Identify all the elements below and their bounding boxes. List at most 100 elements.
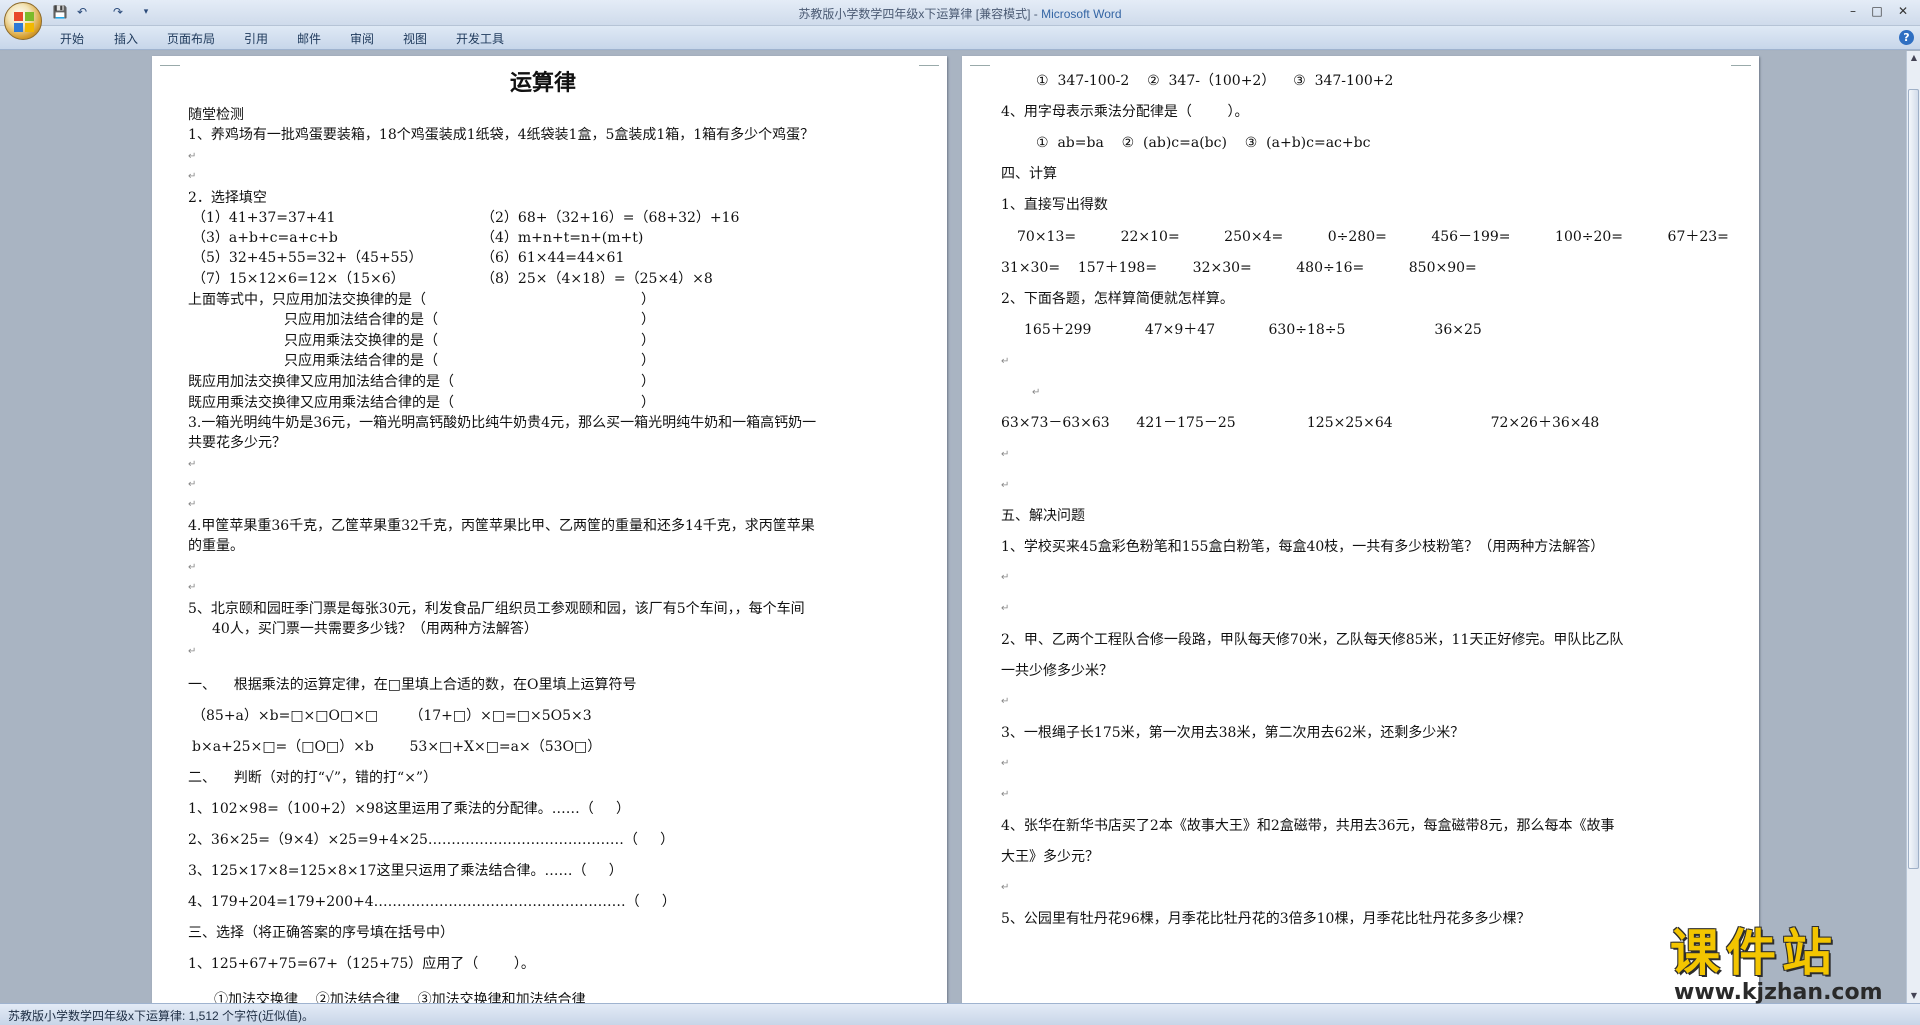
doc-line: 2、36×25=（9×4）×25=9+4×25……………………………………（ ） <box>188 832 675 848</box>
paragraph-mark: ↵ <box>188 499 197 510</box>
paragraph-mark: ↵ <box>188 151 197 162</box>
doc-line: 2、下面各题，怎样算简便就怎样算。 <box>1001 291 1234 307</box>
doc-line: 二、 判断（对的打“√”，错的打“×”） <box>188 770 438 786</box>
close-paren: ） <box>641 353 655 369</box>
doc-line: （85+a）×b=□×□O□×□ （17+□）×□=□×5O5×3 <box>192 708 592 724</box>
paragraph-mark: ↵ <box>188 562 197 573</box>
document-page-left[interactable]: 运算律 随堂检测 1、养鸡场有一批鸡蛋要装箱，18个鸡蛋装成1纸袋，4纸袋装1盒… <box>152 56 947 1003</box>
paragraph-mark: ↵ <box>188 479 197 490</box>
close-paren: ） <box>641 395 655 411</box>
paragraph-mark: ↵ <box>1001 882 1010 893</box>
minimize-icon[interactable]: – <box>1842 2 1864 20</box>
doc-line: 1、125+67+75=67+（125+75）应用了（ ）。 <box>188 956 535 972</box>
paragraph-mark: ↵ <box>1001 572 1010 583</box>
tab-page-layout[interactable]: 页面布局 <box>167 30 215 47</box>
scroll-thumb[interactable] <box>1908 89 1919 869</box>
doc-line: 上面等式中，只应用加法交换律的是（ <box>188 292 426 308</box>
doc-line: 1、102×98=（100+2）×98这里运用了乘法的分配律。……（ ） <box>188 801 631 817</box>
close-icon[interactable]: ✕ <box>1892 2 1914 20</box>
page-corner-mark <box>160 56 180 66</box>
paragraph-mark: ↵ <box>1001 449 1010 460</box>
tab-mailings[interactable]: 邮件 <box>297 30 321 47</box>
doc-line: 3.一箱光明纯牛奶是36元，一箱光明高钙酸奶比纯牛奶贵4元，那么买一箱光明纯牛奶… <box>188 415 817 431</box>
document-page-right[interactable]: ① 347-100-2 ② 347-（100+2） ③ 347-100+2 4、… <box>962 56 1759 1003</box>
paragraph-mark: ↵ <box>188 582 197 593</box>
doc-line: 三、选择（将正确答案的序号填在括号中） <box>188 925 454 941</box>
paragraph-mark: ↵ <box>1001 356 1010 367</box>
close-paren: ） <box>641 333 655 349</box>
page-corner-mark <box>1731 56 1751 66</box>
paragraph-mark: ↵ <box>1001 603 1010 614</box>
doc-line: ①加法交换律 ②加法结合律 ③加法交换律和加法结合律 <box>214 992 586 1003</box>
paragraph-mark: ↵ <box>188 171 197 182</box>
page-corner-mark <box>970 56 990 66</box>
tab-references[interactable]: 引用 <box>244 30 268 47</box>
watermark-logo: 课件站 www.kjzhan.com <box>1664 924 1914 1005</box>
paragraph-mark: ↵ <box>1001 758 1010 769</box>
tab-review[interactable]: 审阅 <box>350 30 374 47</box>
maximize-icon[interactable]: □ <box>1866 2 1888 20</box>
doc-line: 70×13= 22×10= 250×4= 0÷280= 456－199= 100… <box>1017 229 1729 245</box>
doc-line: （8）25×（4×18）=（25×4）×8 <box>481 271 713 287</box>
doc-line: 一、 根据乘法的运算定律，在□里填上合适的数，在O里填上运算符号 <box>188 677 637 693</box>
close-paren: ） <box>641 374 655 390</box>
doc-line: （3）a+b+c=a+c+b <box>192 230 338 246</box>
document-workspace: 运算律 随堂检测 1、养鸡场有一批鸡蛋要装箱，18个鸡蛋装成1纸袋，4纸袋装1盒… <box>0 51 1906 1003</box>
doc-line: 随堂检测 <box>188 107 244 123</box>
title-bar: 💾 ↶ ↷ ▾ 苏教版小学数学四年级x下运算律 [兼容模式] - Microso… <box>0 0 1920 40</box>
doc-line: 1、学校买来45盒彩色粉笔和155盒白粉笔，每盒40枝，一共有多少枝粉笔？（用两… <box>1001 539 1605 555</box>
doc-line: 4.甲筐苹果重36千克，乙筐苹果重32千克，丙筐苹果比甲、乙两筐的重量和还多14… <box>188 518 815 534</box>
doc-line: 31×30= 157＋198= 32×30= 480÷16= 850×90= <box>1001 260 1477 276</box>
doc-line: 2、甲、乙两个工程队合修一段路，甲队每天修70米，乙队每天修85米，11天正好修… <box>1001 632 1624 648</box>
doc-line: （2）68+（32+16）=（68+32）+16 <box>481 210 740 226</box>
vertical-scrollbar[interactable]: ▲ ▼ <box>1906 51 1920 1003</box>
doc-line: b×a+25×□=（□O□）×b 53×□+X×□=a×（53O□） <box>192 739 602 755</box>
tab-developer[interactable]: 开发工具 <box>456 30 504 47</box>
ribbon-tabs: 开始 插入 页面布局 引用 邮件 审阅 视图 开发工具 ? <box>0 26 1920 50</box>
paragraph-mark: ↵ <box>1032 387 1041 398</box>
doc-line: 165＋299 47×9＋47 630÷18÷5 36×25 <box>1024 322 1482 338</box>
page-corner-mark <box>919 56 939 66</box>
doc-line: 1、直接写出得数 <box>1001 197 1108 213</box>
paragraph-mark: ↵ <box>1001 696 1010 707</box>
tab-insert[interactable]: 插入 <box>114 30 138 47</box>
tab-view[interactable]: 视图 <box>403 30 427 47</box>
doc-line: （4）m+n+t=n+(m+t) <box>481 230 644 246</box>
doc-line: （5）32+45+55=32+（45+55） <box>192 250 423 266</box>
help-icon[interactable]: ? <box>1899 30 1914 45</box>
doc-line: 5、公园里有牡丹花96棵，月季花比牡丹花的3倍多10棵，月季花比牡丹花多多少棵？ <box>1001 911 1531 927</box>
watermark-title: 课件站 <box>1670 924 1838 982</box>
doc-line: ① ab=ba ② (ab)c=a(bc) ③ (a+b)c=ac+bc <box>1036 135 1371 151</box>
office-logo-icon <box>14 12 34 32</box>
office-button[interactable] <box>4 2 42 40</box>
document-title: 苏教版小学数学四年级x下运算律 [兼容模式] - <box>798 7 1042 21</box>
doc-line: 4、179+204=179+200+4………………………………………………（ ） <box>188 894 676 910</box>
doc-line: 共要花多少元？ <box>188 435 286 451</box>
paragraph-mark: ↵ <box>188 646 197 657</box>
doc-line: （1）41+37=37+41 <box>192 210 336 226</box>
status-bar: 苏教版小学数学四年级x下运算律: 1,512 个字符(近似值)。 <box>0 1003 1920 1025</box>
tab-home[interactable]: 开始 <box>60 30 84 47</box>
doc-line: 只应用加法结合律的是（ <box>284 312 438 328</box>
doc-line: 一共少修多少米？ <box>1001 663 1113 679</box>
window-title: 苏教版小学数学四年级x下运算律 [兼容模式] - Microsoft Word <box>0 5 1920 22</box>
app-name: Microsoft Word <box>1041 7 1122 21</box>
doc-line: 1、养鸡场有一批鸡蛋要装箱，18个鸡蛋装成1纸袋，4纸袋装1盒，5盒装成1箱，1… <box>188 127 815 143</box>
doc-line: 3、一根绳子长175米，第一次用去38米，第二次用去62米，还剩多少米？ <box>1001 725 1465 741</box>
doc-line: 四、计算 <box>1001 166 1057 182</box>
status-text: 苏教版小学数学四年级x下运算律: 1,512 个字符(近似值)。 <box>8 1009 315 1023</box>
doc-line: 5、北京颐和园旺季门票是每张30元，利发食品厂组织员工参观颐和园，该厂有5个车间… <box>188 601 805 617</box>
close-paren: ） <box>641 292 655 308</box>
watermark-url: www.kjzhan.com <box>1674 980 1883 1005</box>
doc-line: 只应用乘法结合律的是（ <box>284 353 438 369</box>
doc-line: （7）15×12×6=12×（15×6） <box>192 271 405 287</box>
paragraph-mark: ↵ <box>188 459 197 470</box>
paragraph-mark: ↵ <box>1001 789 1010 800</box>
doc-line: ① 347-100-2 ② 347-（100+2） ③ 347-100+2 <box>1036 73 1394 89</box>
scroll-up-icon[interactable]: ▲ <box>1907 51 1920 65</box>
doc-line: 4、用字母表示乘法分配律是（ ）。 <box>1001 104 1249 120</box>
doc-line: 既应用加法交换律又应用加法结合律的是（ <box>188 374 454 390</box>
doc-line: 40人，买门票一共需要多少钱？（用两种方法解答） <box>212 621 538 637</box>
doc-line: 63×73－63×63 421－175－25 125×25×64 72×26＋3… <box>1001 415 1600 431</box>
doc-line: 只应用乘法交换律的是（ <box>284 333 438 349</box>
